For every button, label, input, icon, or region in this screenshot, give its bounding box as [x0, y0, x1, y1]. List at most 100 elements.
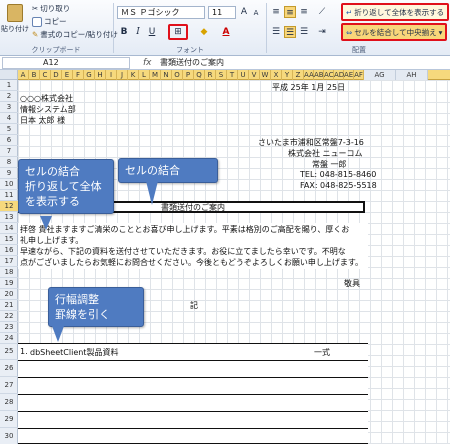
row-header[interactable]: 16 — [0, 245, 18, 256]
column-header[interactable]: Z — [293, 70, 304, 80]
column-header[interactable]: AG — [364, 70, 396, 80]
column-header[interactable]: D — [51, 70, 62, 80]
row-header[interactable]: 29 — [0, 411, 18, 428]
align-middle-icon[interactable]: ≡ — [284, 6, 296, 18]
row-header[interactable]: 21 — [0, 300, 18, 311]
row-header[interactable]: 30 — [0, 428, 18, 444]
wrap-text-button[interactable]: ↵ 折り返して全体を表示する — [341, 3, 450, 21]
insert-function-icon[interactable]: fx — [143, 56, 152, 70]
column-header[interactable]: AB — [314, 70, 324, 80]
sender-company-cell[interactable]: 株式会社 ニューコム — [288, 148, 363, 159]
row-header[interactable]: 5 — [0, 124, 18, 135]
formula-input[interactable]: 書類送付のご案内 — [160, 56, 224, 70]
row-header[interactable]: 19 — [0, 278, 18, 289]
column-header[interactable]: U — [238, 70, 249, 80]
row-header[interactable]: 8 — [0, 157, 18, 168]
shrink-font-icon[interactable]: A — [250, 7, 262, 19]
align-center-icon[interactable]: ☰ — [284, 26, 296, 38]
align-bottom-icon[interactable]: ≡ — [298, 6, 310, 18]
row-header[interactable]: 18 — [0, 267, 18, 278]
name-box[interactable]: A12 — [2, 57, 130, 69]
ki-cell[interactable]: 記 — [190, 300, 198, 311]
row-header[interactable]: 14 — [0, 223, 18, 234]
column-header[interactable]: B — [29, 70, 40, 80]
row-header[interactable]: 28 — [0, 394, 18, 411]
column-header[interactable]: F — [73, 70, 84, 80]
select-all-corner[interactable] — [0, 70, 18, 80]
column-header[interactable]: I — [106, 70, 117, 80]
font-color-icon[interactable]: A — [220, 26, 232, 38]
row-header[interactable]: 25 — [0, 343, 18, 360]
orientation-icon[interactable]: ⟋ — [316, 6, 328, 18]
column-header[interactable]: P — [183, 70, 194, 80]
column-header[interactable]: H — [95, 70, 106, 80]
column-header[interactable]: AD — [334, 70, 344, 80]
column-header[interactable]: A — [18, 70, 29, 80]
row-header[interactable]: 1 — [0, 80, 18, 91]
copy-button[interactable]: コピー — [32, 16, 67, 27]
align-top-icon[interactable]: ≡ — [270, 6, 282, 18]
column-header[interactable]: T — [227, 70, 238, 80]
underline-icon[interactable]: U — [146, 26, 158, 38]
column-header[interactable]: Q — [194, 70, 205, 80]
bold-icon[interactable]: B — [118, 26, 130, 38]
row-header[interactable]: 27 — [0, 377, 18, 394]
column-header[interactable]: Y — [282, 70, 293, 80]
closing-cell[interactable]: 敬具 — [344, 278, 360, 289]
column-header[interactable]: AA — [304, 70, 314, 80]
column-header[interactable]: L — [139, 70, 150, 80]
address-cell[interactable]: さいたま市浦和区常盤7-3-16 — [258, 137, 364, 148]
row-header[interactable]: 22 — [0, 311, 18, 322]
column-header[interactable]: R — [205, 70, 216, 80]
date-cell[interactable]: 平成 25年 1月 25日 — [272, 82, 345, 93]
row-header[interactable]: 4 — [0, 113, 18, 124]
row-header[interactable]: 15 — [0, 234, 18, 245]
row-header[interactable]: 9 — [0, 168, 18, 179]
column-header[interactable]: E — [62, 70, 73, 80]
column-header[interactable]: O — [172, 70, 183, 80]
row-header[interactable]: 2 — [0, 91, 18, 102]
paste-button[interactable]: 貼り付け — [1, 4, 29, 34]
row-header[interactable]: 13 — [0, 212, 18, 223]
format-painter-button[interactable]: ✎ 書式のコピー/貼り付け — [32, 29, 118, 40]
column-header[interactable]: K — [128, 70, 139, 80]
column-header[interactable]: AC — [324, 70, 334, 80]
column-header[interactable]: AE — [344, 70, 354, 80]
column-header[interactable]: AH — [396, 70, 428, 80]
row-header[interactable]: 10 — [0, 179, 18, 190]
recipient-cell[interactable]: 日本 太郎 様 — [20, 115, 65, 126]
borders-icon[interactable]: ⊞ — [168, 24, 188, 40]
column-header[interactable]: V — [249, 70, 260, 80]
row-header[interactable]: 17 — [0, 256, 18, 267]
column-header[interactable]: W — [260, 70, 271, 80]
row-header[interactable]: 6 — [0, 135, 18, 146]
sender-name-cell[interactable]: 常盤 一郎 — [312, 159, 347, 170]
row-header[interactable]: 11 — [0, 190, 18, 201]
align-left-icon[interactable]: ☰ — [270, 26, 282, 38]
merge-center-button[interactable]: ⇔ セルを結合して中央揃え ▾ — [341, 23, 448, 41]
row-header[interactable]: 26 — [0, 360, 18, 377]
fax-cell[interactable]: FAX: 048-825-5518 — [300, 181, 377, 190]
column-header[interactable]: J — [117, 70, 128, 80]
font-name-select[interactable]: ＭＳ Ｐゴシック — [117, 6, 205, 19]
row-header[interactable]: 20 — [0, 289, 18, 300]
row-header[interactable]: 7 — [0, 146, 18, 157]
tel-cell[interactable]: TEL: 048-815-8460 — [300, 170, 376, 179]
company-cell[interactable]: ○○○株式会社 — [20, 93, 73, 104]
italic-icon[interactable]: I — [132, 26, 144, 38]
column-header[interactable]: G — [84, 70, 95, 80]
grow-font-icon[interactable]: A — [238, 6, 250, 18]
column-header[interactable]: X — [271, 70, 282, 80]
row-header[interactable]: 23 — [0, 322, 18, 333]
row-header[interactable]: 3 — [0, 102, 18, 113]
align-right-icon[interactable]: ☰ — [298, 26, 310, 38]
column-header[interactable]: AF — [354, 70, 364, 80]
cut-button[interactable]: ✂ 切り取り — [32, 3, 70, 14]
fill-color-icon[interactable]: ◆ — [198, 26, 210, 38]
worksheet-grid[interactable]: 平成 25年 1月 25日 ○○○株式会社 情報システム部 日本 太郎 様 さい… — [18, 80, 450, 444]
indent-icon[interactable]: ⇥ — [316, 26, 328, 38]
row-header[interactable]: 12 — [0, 201, 18, 212]
item-table[interactable] — [18, 343, 368, 444]
font-size-select[interactable]: 11 — [208, 6, 236, 19]
column-header[interactable]: M — [150, 70, 161, 80]
